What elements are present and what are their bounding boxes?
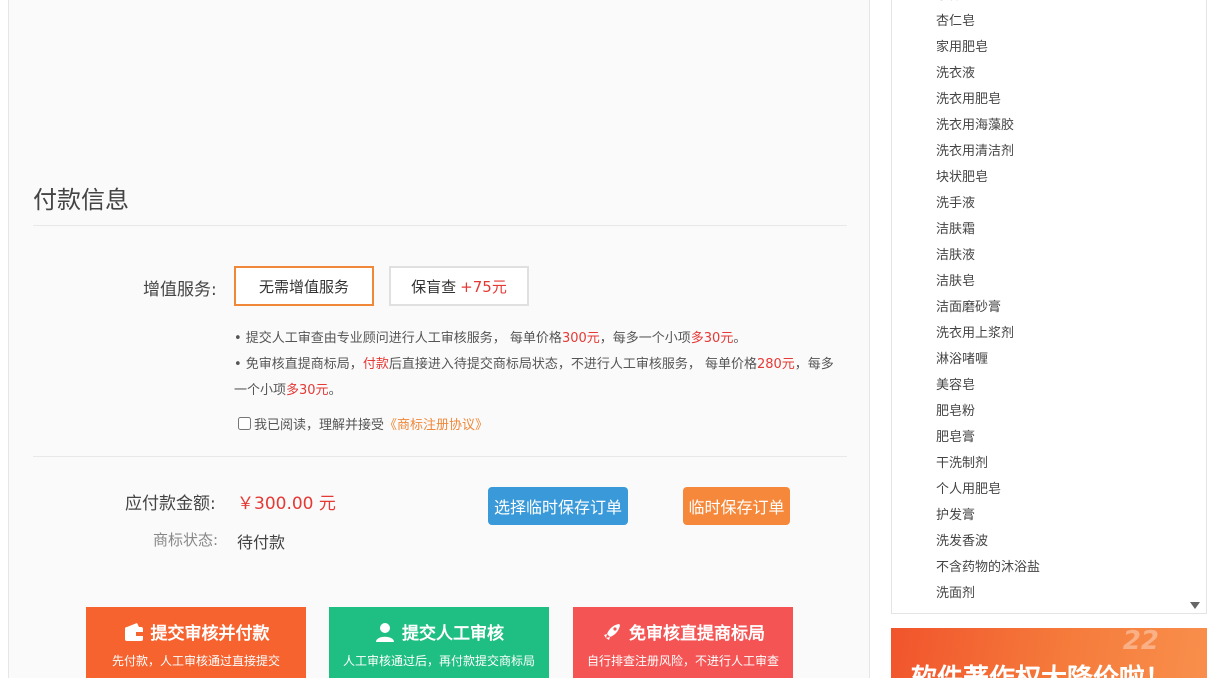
divider	[33, 225, 847, 226]
list-item[interactable]: 家用肥皂	[936, 35, 1040, 61]
agree-checkbox[interactable]	[238, 417, 251, 430]
goods-list-panel[interactable]: 液体肥皂杏仁皂家用肥皂洗衣液洗衣用肥皂洗衣用海藻胶洗衣用清洁剂块状肥皂洗手液洁肤…	[891, 0, 1207, 614]
note-direct: • 免审核直提商标局，付款后直接进入待提交商标局状态，不进行人工审核服务， 每单…	[234, 357, 834, 398]
goods-list: 液体肥皂杏仁皂家用肥皂洗衣液洗衣用肥皂洗衣用海藻胶洗衣用清洁剂块状肥皂洗手液洁肤…	[936, 0, 1040, 607]
list-item[interactable]: 洁肤液	[936, 243, 1040, 269]
service-label: 增值服务:	[143, 280, 217, 300]
divider	[33, 456, 847, 457]
list-item[interactable]: 个人用肥皂	[936, 477, 1040, 503]
temp-save-order-button[interactable]: 临时保存订单	[683, 487, 790, 525]
submit-manual-review-title: 提交人工审核	[402, 624, 504, 644]
wallet-icon	[123, 621, 145, 643]
list-item[interactable]: 洗面剂	[936, 581, 1040, 607]
banner-text: 软件著作权大降价啦！	[911, 658, 1171, 678]
option-no-service-label: 无需增值服务	[258, 277, 349, 296]
list-item[interactable]: 护发膏	[936, 503, 1040, 529]
amount-label: 应付款金额:	[125, 494, 216, 514]
promo-banner[interactable]: 22 软件著作权大降价啦！	[891, 628, 1207, 678]
list-item[interactable]: 块状肥皂	[936, 165, 1040, 191]
submit-and-pay-title: 提交审核并付款	[150, 624, 270, 644]
user-icon	[374, 621, 396, 643]
service-notes: • 提交人工审查由专业顾问进行人工审核服务， 每单价格300元，每多一个小项多3…	[234, 326, 844, 404]
submit-manual-review-button[interactable]: 提交人工审核 人工审核通过后，再付款提交商标局	[329, 607, 549, 678]
list-item[interactable]: 洗衣用清洁剂	[936, 139, 1040, 165]
agreement-row: 我已阅读，理解并接受 《商标注册协议》	[238, 414, 488, 433]
option-blind-check-label: 保盲查	[411, 277, 457, 296]
direct-submit-title: 免审核直提商标局	[629, 624, 765, 644]
list-item[interactable]: 美容皂	[936, 373, 1040, 399]
submit-manual-review-sub: 人工审核通过后，再付款提交商标局	[342, 654, 535, 668]
rocket-icon	[601, 621, 623, 643]
list-item[interactable]: 洁面磨砂膏	[936, 295, 1040, 321]
option-no-service[interactable]: 无需增值服务	[234, 266, 374, 306]
list-item[interactable]: 洁肤霜	[936, 217, 1040, 243]
option-blind-check-price: +75元	[460, 277, 507, 296]
submit-and-pay-sub: 先付款，人工审核通过直接提交	[111, 654, 280, 668]
submit-and-pay-button[interactable]: 提交审核并付款 先付款，人工审核通过直接提交	[86, 607, 306, 678]
list-item[interactable]: 淋浴啫喱	[936, 347, 1040, 373]
list-item[interactable]: 肥皂膏	[936, 425, 1040, 451]
list-item[interactable]: 杏仁皂	[936, 9, 1040, 35]
list-item[interactable]: 洗衣用上浆剂	[936, 321, 1040, 347]
agreement-link[interactable]: 《商标注册协议》	[384, 414, 488, 433]
direct-submit-button[interactable]: 免审核直提商标局 自行排查注册风险，不进行人工审查	[573, 607, 793, 678]
note-manual: • 提交人工审查由专业顾问进行人工审核服务， 每单价格300元，每多一个小项多3…	[234, 331, 747, 346]
select-saved-order-button[interactable]: 选择临时保存订单	[488, 487, 628, 525]
list-item[interactable]: 肥皂粉	[936, 399, 1040, 425]
status-label: 商标状态:	[153, 531, 219, 549]
list-item[interactable]: 洗衣用肥皂	[936, 87, 1040, 113]
list-item[interactable]: 洗衣用海藻胶	[936, 113, 1040, 139]
list-item[interactable]: 干洗制剂	[936, 451, 1040, 477]
status-value: 待付款	[237, 533, 286, 552]
banner-number: 22	[1122, 628, 1159, 656]
scroll-down-arrow-icon[interactable]	[1190, 602, 1200, 609]
list-item[interactable]: 液体肥皂	[936, 0, 1040, 9]
list-item[interactable]: 洗衣液	[936, 61, 1040, 87]
list-item[interactable]: 洁肤皂	[936, 269, 1040, 295]
list-item[interactable]: 洗发香波	[936, 529, 1040, 555]
list-item[interactable]: 洗手液	[936, 191, 1040, 217]
option-blind-check[interactable]: 保盲查 +75元	[389, 266, 529, 306]
direct-submit-sub: 自行排查注册风险，不进行人工审查	[586, 654, 779, 668]
section-title: 付款信息	[33, 186, 129, 214]
list-item[interactable]: 不含药物的沐浴盐	[936, 555, 1040, 581]
agree-text: 我已阅读，理解并接受	[254, 418, 385, 433]
main-panel: 付款信息 增值服务: 无需增值服务 保盲查 +75元 • 提交人工审查由专业顾问…	[8, 0, 870, 678]
amount-value: ￥300.00 元	[237, 494, 336, 514]
